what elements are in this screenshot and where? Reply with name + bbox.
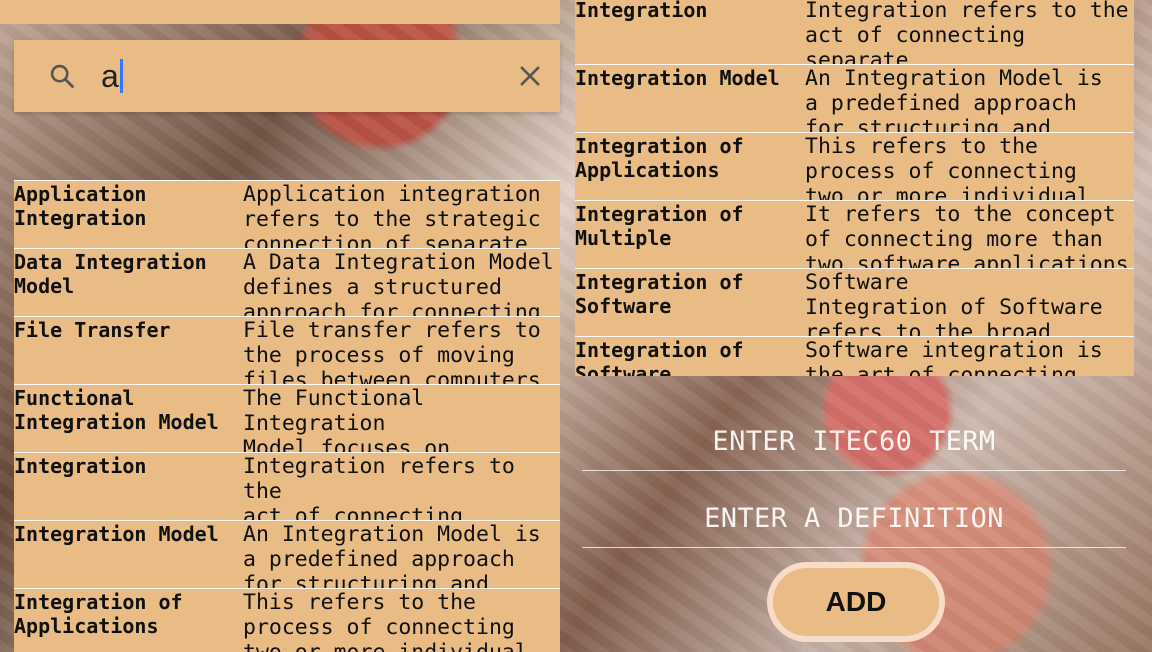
add-button[interactable]: ADD <box>767 562 945 642</box>
definition-label: Integration refers to the act of connect… <box>805 0 1129 64</box>
definition-label: File transfer refers to the process of m… <box>243 318 541 384</box>
definition-label: Integration refers to the act of connect… <box>243 454 515 520</box>
definition-label: Software Integration of Software refers … <box>805 270 1103 336</box>
search-bar[interactable] <box>14 40 560 112</box>
list-item[interactable]: Integration of Software Software integra… <box>575 336 1134 376</box>
term-label: Integration <box>575 0 708 22</box>
term-label: Integration <box>14 454 147 478</box>
list-item[interactable]: Integration Integration refers to the ac… <box>14 452 560 520</box>
list-item[interactable]: Integration of Applications This refers … <box>14 588 560 652</box>
definition-label: This refers to the process of connecting… <box>243 590 528 652</box>
definition-label: It refers to the concept of connecting m… <box>805 202 1129 268</box>
term-label: Integration Model <box>575 66 780 90</box>
list-item[interactable]: Functional Integration Model The Functio… <box>14 384 560 452</box>
right-results-list[interactable]: Integration Integration refers to the ac… <box>575 0 1134 376</box>
term-label: Data Integration Model <box>14 250 207 298</box>
term-label: Integration of Multiple <box>575 202 744 250</box>
list-item[interactable]: Integration Model An Integration Model i… <box>14 520 560 588</box>
term-label: Integration of Software <box>575 338 744 376</box>
list-item[interactable]: Integration Integration refers to the ac… <box>575 0 1134 64</box>
list-item[interactable]: Application Integration Application inte… <box>14 180 560 248</box>
term-label: Application Integration <box>14 182 147 230</box>
term-placeholder: ENTER ITEC60 TERM <box>712 426 996 457</box>
list-item[interactable]: Integration Model An Integration Model i… <box>575 64 1134 132</box>
term-input[interactable]: ENTER ITEC60 TERM <box>582 416 1126 471</box>
definition-label: An Integration Model is a predefined app… <box>243 522 541 588</box>
definition-label: Application integration refers to the st… <box>243 182 541 248</box>
term-label: Integration of Applications <box>575 134 744 182</box>
left-results-list[interactable]: Application Integration Application inte… <box>14 180 560 652</box>
list-item[interactable]: Data Integration Model A Data Integratio… <box>14 248 560 316</box>
definition-label: The Functional Integration Model focuses… <box>243 386 451 452</box>
list-item[interactable]: File Transfer File transfer refers to th… <box>14 316 560 384</box>
search-icon <box>50 64 74 88</box>
list-item[interactable]: Integration of Software Software Integra… <box>575 268 1134 336</box>
term-label: Integration of Software <box>575 270 744 318</box>
term-label: Integration Model <box>14 522 219 546</box>
definition-placeholder: ENTER A DEFINITION <box>704 503 1004 534</box>
definition-label: A Data Integration Model defines a struc… <box>243 250 554 316</box>
close-icon[interactable] <box>516 62 544 90</box>
term-label: File Transfer <box>14 318 171 342</box>
term-label: Integration of Applications <box>14 590 183 638</box>
search-input[interactable]: a <box>101 54 123 98</box>
definition-label: An Integration Model is a predefined app… <box>805 66 1103 132</box>
add-term-form: ENTER ITEC60 TERM ENTER A DEFINITION ADD <box>560 376 1152 652</box>
term-label: Functional Integration Model <box>14 386 219 434</box>
top-strip <box>0 0 560 24</box>
list-item[interactable]: Integration of Applications This refers … <box>575 132 1134 200</box>
list-item[interactable]: Integration of Multiple It refers to the… <box>575 200 1134 268</box>
definition-input[interactable]: ENTER A DEFINITION <box>582 493 1126 548</box>
definition-label: Software integration is the art of conne… <box>805 338 1103 376</box>
definition-label: This refers to the process of connecting… <box>805 134 1090 200</box>
